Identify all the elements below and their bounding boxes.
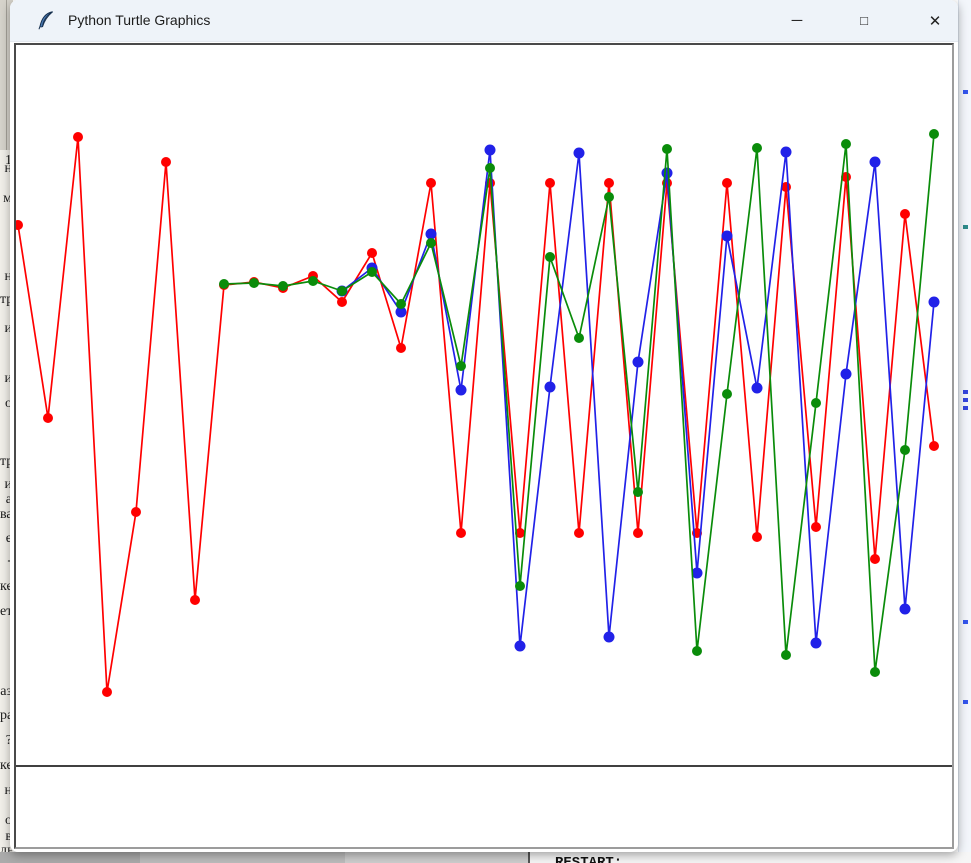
series-blue-marker <box>870 157 881 168</box>
series-green-marker <box>633 487 643 497</box>
maximize-button[interactable]: □ <box>841 0 887 41</box>
series-green-marker <box>900 445 910 455</box>
series-blue-marker <box>426 229 437 240</box>
series-red-line <box>18 137 934 692</box>
series-red-marker <box>456 528 466 538</box>
background-text-speck <box>963 225 968 229</box>
series-blue-marker <box>456 385 467 396</box>
turtle-window: Python Turtle Graphics ─ □ ✕ <box>10 0 958 852</box>
series-blue-marker <box>604 632 615 643</box>
series-green-marker <box>929 129 939 139</box>
background-text-speck <box>963 398 968 402</box>
series-red-marker <box>426 178 436 188</box>
series-red-marker <box>190 595 200 605</box>
series-blue-marker <box>545 382 556 393</box>
series-red-marker <box>752 532 762 542</box>
series-green-marker <box>456 361 466 371</box>
series-blue-line <box>342 150 934 646</box>
series-green-marker <box>752 143 762 153</box>
series-green-marker <box>545 252 555 262</box>
series-green <box>219 129 939 677</box>
series-green-marker <box>249 278 259 288</box>
series-red-marker <box>633 528 643 538</box>
shell-restart-text: RESTART: ... <box>555 855 656 863</box>
series-blue-marker <box>515 641 526 652</box>
series-green-marker <box>396 299 406 309</box>
close-button[interactable]: ✕ <box>912 0 958 41</box>
series-red-marker <box>574 528 584 538</box>
minimize-button[interactable]: ─ <box>774 0 820 41</box>
series-red-marker <box>929 441 939 451</box>
taskbar-segment <box>0 852 140 863</box>
series-green-marker <box>515 581 525 591</box>
series-blue-marker <box>841 369 852 380</box>
series-red-marker <box>811 522 821 532</box>
background-text-speck <box>963 620 968 624</box>
series-red-marker <box>870 554 880 564</box>
window-title: Python Turtle Graphics <box>68 12 210 28</box>
shell-output-clip: RESTART: ... <box>530 852 971 863</box>
series-blue-marker <box>929 297 940 308</box>
series-red-marker <box>396 343 406 353</box>
background-right-window[interactable] <box>958 0 971 863</box>
taskbar-segment <box>345 852 528 863</box>
series-green-marker <box>662 144 672 154</box>
series-green-marker <box>781 650 791 660</box>
series-green-marker <box>841 139 851 149</box>
series-red-marker <box>722 178 732 188</box>
series-blue-marker <box>574 148 585 159</box>
background-text-speck <box>963 700 968 704</box>
series-red-marker <box>131 507 141 517</box>
series-green-marker <box>811 398 821 408</box>
series-blue-marker <box>485 145 496 156</box>
taskbar-segment <box>140 852 345 863</box>
series-red-marker <box>367 248 377 258</box>
series-blue-marker <box>722 231 733 242</box>
series-green-marker <box>426 238 436 248</box>
series-red-marker <box>102 687 112 697</box>
background-text-speck <box>963 90 968 94</box>
series-blue-marker <box>662 168 673 179</box>
series-green-marker <box>485 163 495 173</box>
series-green-marker <box>722 389 732 399</box>
series-green-line <box>224 134 934 672</box>
series-red-marker <box>545 178 555 188</box>
series-green-marker <box>367 267 377 277</box>
series-green-marker <box>278 281 288 291</box>
series-red-marker <box>900 209 910 219</box>
series-red-marker <box>73 132 83 142</box>
series-green-marker <box>604 192 614 202</box>
series-green-marker <box>870 667 880 677</box>
series-green-marker <box>219 279 229 289</box>
background-shell-window[interactable]: RESTART: ... <box>0 852 971 863</box>
turtle-canvas <box>16 45 952 847</box>
series-red-marker <box>604 178 614 188</box>
titlebar[interactable]: Python Turtle Graphics ─ □ ✕ <box>10 0 958 42</box>
tk-feather-icon <box>36 10 57 31</box>
series-red-marker <box>161 157 171 167</box>
series-blue-marker <box>811 638 822 649</box>
series-red-marker <box>43 413 53 423</box>
series-red-marker <box>337 297 347 307</box>
turtle-canvas-frame <box>14 43 954 849</box>
divider <box>6 0 7 150</box>
series-blue-marker <box>752 383 763 394</box>
background-text-speck <box>963 406 968 410</box>
series-red-marker <box>16 220 23 230</box>
series-green-marker <box>574 333 584 343</box>
series-green-marker <box>692 646 702 656</box>
series-blue-marker <box>781 147 792 158</box>
series-red <box>16 132 939 697</box>
series-blue-marker <box>633 357 644 368</box>
series-green-marker <box>308 276 318 286</box>
background-text-speck <box>963 390 968 394</box>
series-green-marker <box>337 286 347 296</box>
series-blue-marker <box>900 604 911 615</box>
